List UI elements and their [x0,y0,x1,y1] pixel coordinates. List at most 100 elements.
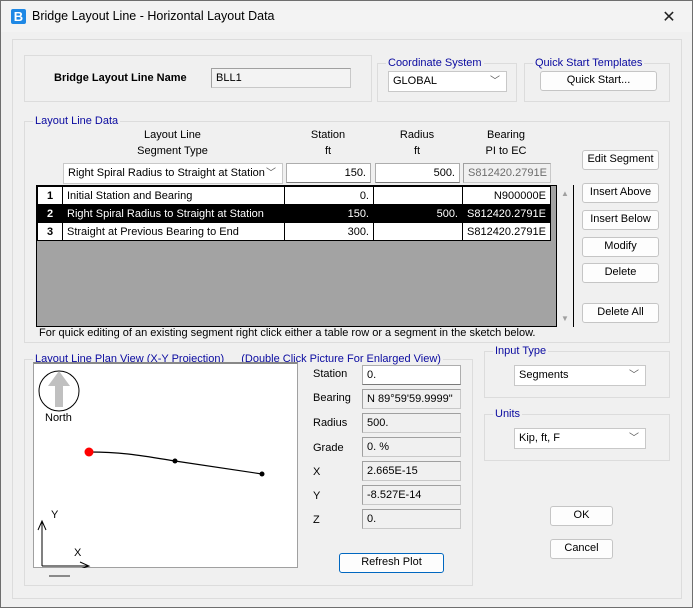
station-cell[interactable]: 0. [285,187,374,205]
units-value: Kip, ft, F [519,432,560,444]
scroll-down-icon[interactable]: ▼ [561,314,569,323]
north-label: North [45,412,72,424]
delete-button[interactable]: Delete [582,263,659,283]
header-bearing-line2: PI to EC [463,143,549,159]
segment-type-cell[interactable]: Initial Station and Bearing [63,187,285,205]
refresh-plot-button[interactable]: Refresh Plot [339,553,444,573]
coordinate-system-select[interactable]: GLOBAL ﹀ [388,71,507,92]
insert-below-button[interactable]: Insert Below [582,210,659,230]
radius-input[interactable]: 500. [375,163,460,183]
radius-cell[interactable] [374,223,463,241]
input-type-label: Input Type [493,344,548,358]
chevron-down-icon: ﹀ [266,167,276,180]
axis-triad [38,521,89,568]
plan-y-field: -8.527E-14 [362,485,461,505]
bearing-cell[interactable]: S812420.2791E [463,205,551,223]
station-cell[interactable]: 300. [285,223,374,241]
segment-type-cell[interactable]: Right Spiral Radius to Straight at Stati… [63,205,285,223]
input-type-group: Input Type Segments ﹀ [484,351,670,398]
table-row[interactable]: 1Initial Station and Bearing0. N900000E [38,187,551,205]
close-icon: ✕ [662,7,675,27]
quick-start-group: Quick Start Templates Quick Start... [524,63,670,102]
layout-line-name-label: Bridge Layout Line Name [54,72,187,84]
north-arrow [39,371,79,411]
scroll-up-icon[interactable]: ▲ [561,189,569,198]
segments-table: 1Initial Station and Bearing0.N900000E2R… [36,185,557,327]
name-group: Bridge Layout Line Name BLL1 [24,55,372,102]
radius-cell[interactable]: 500. [374,205,463,223]
plan-grade-field: 0. % [362,437,461,457]
plan-z-field: 0. [362,509,461,529]
app-icon: B [11,9,26,24]
units-group: Units Kip, ft, F ﹀ [484,414,670,461]
header-radius-line2: ft [376,143,458,159]
x-axis-label: X [74,547,82,559]
header-segment-type: Layout Line Segment Type [63,127,282,159]
plan-station-input[interactable]: 0. [362,365,461,385]
table-scrollbar[interactable]: ▲ ▼ [557,185,574,327]
header-station-line2: ft [287,143,369,159]
segment-type-cell[interactable]: Straight at Previous Bearing to End [63,223,285,241]
coordinate-system-group: Coordinate System GLOBAL ﹀ [377,63,517,102]
table-row[interactable]: 2Right Spiral Radius to Straight at Stat… [38,205,551,223]
radius-label: Radius [313,417,347,429]
plan-radius-field: 500. [362,413,461,433]
coordinate-system-value: GLOBAL [393,75,437,87]
radius-cell[interactable] [374,187,463,205]
bearing-field: S812420.2791E [463,163,551,183]
row-number[interactable]: 3 [38,223,63,241]
y-axis-label: Y [51,509,59,521]
chevron-down-icon: ﹀ [490,75,500,88]
units-label: Units [493,407,522,421]
layout-line-data-label: Layout Line Data [33,114,120,128]
cancel-button[interactable]: Cancel [550,539,613,559]
delete-all-button[interactable]: Delete All [582,303,659,323]
bearing-cell[interactable]: N900000E [463,187,551,205]
current-station-marker [85,448,94,457]
window-title: Bridge Layout Line - Horizontal Layout D… [32,9,275,23]
plan-view-canvas[interactable]: North Y X [33,362,298,568]
plan-x-field: 2.665E-15 [362,461,461,481]
canvas-resize-handle[interactable] [49,575,70,577]
close-button[interactable]: ✕ [646,1,692,32]
chevron-down-icon: ﹀ [629,369,639,382]
header-radius-line1: Radius [376,127,458,143]
bearing-label: Bearing [313,392,351,404]
modify-button[interactable]: Modify [582,237,659,257]
row-number[interactable]: 2 [38,205,63,223]
quick-start-label: Quick Start Templates [533,56,644,70]
segment-type-value: Right Spiral Radius to Straight at Stati… [68,167,265,179]
station-cell[interactable]: 150. [285,205,374,223]
layout-line-name-field[interactable]: BLL1 [211,68,351,88]
header-bearing-line1: Bearing [463,127,549,143]
x-label: X [313,466,320,478]
chevron-down-icon: ﹀ [629,432,639,445]
insert-above-button[interactable]: Insert Above [582,183,659,203]
bearing-cell[interactable]: S812420.2791E [463,223,551,241]
station-label: Station [313,368,347,380]
header-segment-type-line1: Layout Line [63,127,282,143]
edit-segment-button[interactable]: Edit Segment [582,150,659,170]
table-row[interactable]: 3Straight at Previous Bearing to End300.… [38,223,551,241]
ok-button[interactable]: OK [550,506,613,526]
dialog-window: B Bridge Layout Line - Horizontal Layout… [0,0,693,608]
header-bearing: Bearing PI to EC [463,127,549,159]
input-type-select[interactable]: Segments ﹀ [514,365,646,386]
x-axis-arrow [80,562,89,568]
units-select[interactable]: Kip, ft, F ﹀ [514,428,646,449]
station-input[interactable]: 150. [286,163,371,183]
segment-point-2[interactable] [173,459,178,464]
y-label: Y [313,490,320,502]
coordinate-system-label: Coordinate System [386,56,484,70]
segment-point-3[interactable] [260,472,265,477]
plan-bearing-field: N 89°59'59.9999" [362,389,461,409]
row-number[interactable]: 1 [38,187,63,205]
segment-type-select[interactable]: Right Spiral Radius to Straight at Stati… [63,163,283,184]
z-label: Z [313,514,320,526]
quick-edit-hint: For quick editing of an existing segment… [39,327,535,339]
input-type-value: Segments [519,369,569,381]
title-bar: B Bridge Layout Line - Horizontal Layout… [1,1,692,32]
quick-start-button[interactable]: Quick Start... [540,71,657,91]
header-radius: Radius ft [376,127,458,159]
grade-label: Grade [313,442,344,454]
